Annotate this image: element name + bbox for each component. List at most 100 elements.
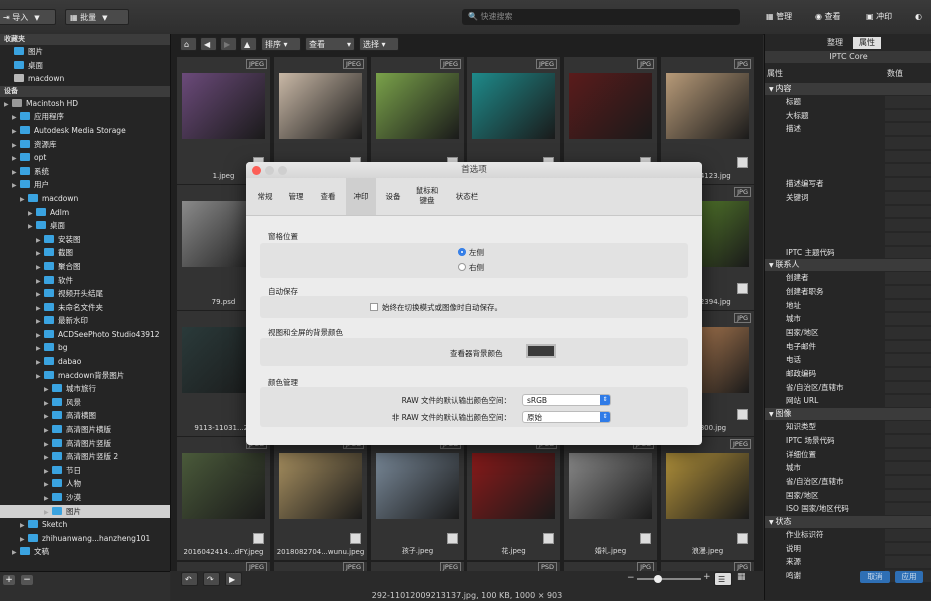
metadata-value-field[interactable] [885, 137, 931, 149]
manage-mode-button[interactable]: ▦ 管理 [766, 9, 792, 25]
disclosure-triangle-icon[interactable]: ▶ [36, 275, 44, 289]
disclosure-triangle-icon[interactable]: ▶ [36, 288, 44, 302]
zoom-out-icon[interactable]: − [627, 573, 635, 583]
folder-tree-item[interactable]: ▶ 文稿 [0, 545, 170, 559]
thumbnail-cell[interactable]: JPEG [177, 562, 270, 572]
disclosure-triangle-icon[interactable]: ▶ [36, 261, 44, 275]
thumbnail-cell[interactable]: JPEG [371, 562, 464, 572]
metadata-value-field[interactable] [885, 381, 931, 394]
select-checkbox[interactable] [543, 533, 554, 544]
favorite-item[interactable]: 桌面 [0, 59, 170, 73]
folder-tree-item[interactable]: ▶ 资源库 [0, 138, 170, 152]
metadata-value-field[interactable] [885, 285, 931, 298]
folder-tree-item[interactable]: ▶ 沙漠 [0, 491, 170, 505]
folder-tree-item[interactable]: ▶ 最新水印 [0, 314, 170, 328]
back-icon[interactable]: ◀ [200, 37, 217, 51]
folder-tree-item[interactable]: ▶ 图片 [0, 504, 170, 520]
metadata-value-field[interactable] [885, 246, 931, 259]
metadata-value-field[interactable] [885, 150, 931, 163]
folder-tree-item[interactable]: ▶ macdown背景图片 [0, 369, 170, 383]
metadata-section-header[interactable]: ▼ 状态 [765, 515, 931, 528]
disclosure-triangle-icon[interactable]: ▶ [44, 438, 52, 452]
folder-tree-item[interactable]: ▶ 风景 [0, 396, 170, 410]
thumbnail-cell[interactable]: JPEG孩子.jpeg [371, 437, 464, 560]
disclosure-triangle-icon[interactable]: ▶ [12, 546, 20, 560]
folder-tree-item[interactable]: ▶ 视频开头结尾 [0, 287, 170, 301]
thumbnail-cell[interactable]: JPEG婚礼.jpeg [564, 437, 657, 560]
cancel-button[interactable]: 取消 [860, 571, 890, 583]
metadata-value-field[interactable] [885, 489, 931, 502]
zoom-icon[interactable] [278, 166, 287, 175]
metadata-value-field[interactable] [885, 219, 931, 231]
disclosure-triangle-icon[interactable]: ▶ [36, 370, 44, 384]
select-button[interactable]: 选择 ▾ [359, 37, 399, 51]
disclosure-triangle-icon[interactable]: ▶ [20, 519, 28, 533]
viewer-bg-color-well[interactable] [526, 344, 556, 358]
tab-develop[interactable]: 冲印 [346, 178, 376, 215]
disclosure-triangle-icon[interactable]: ▶ [36, 302, 44, 316]
metadata-section-header[interactable]: ▼ 联系人 [765, 259, 931, 272]
disclosure-triangle-icon[interactable]: ▶ [36, 342, 44, 356]
metadata-value-field[interactable] [885, 96, 931, 108]
disclosure-triangle-icon[interactable]: ▶ [12, 152, 20, 166]
disclosure-triangle-icon[interactable]: ▶ [28, 207, 36, 221]
metadata-value-field[interactable] [885, 421, 931, 433]
slideshow-icon[interactable]: ▶ [225, 572, 242, 586]
disclosure-triangle-icon[interactable]: ▶ [44, 492, 52, 506]
select-checkbox[interactable] [737, 533, 748, 544]
metadata-value-field[interactable] [885, 272, 931, 284]
folder-tree-item[interactable]: ▶ 高清图片横版 [0, 423, 170, 437]
metadata-value-field[interactable] [885, 448, 931, 461]
tab-general[interactable]: 常规 [252, 178, 278, 215]
raw-colorspace-select[interactable]: sRGB ⇕ [522, 394, 611, 406]
disclosure-triangle-icon[interactable]: ▶ [20, 533, 28, 547]
disclosure-triangle-icon[interactable]: ▶ [28, 220, 36, 234]
home-icon[interactable]: ⌂ [180, 37, 197, 51]
metadata-value-field[interactable] [885, 462, 931, 474]
online-icon[interactable]: ◐ [915, 9, 922, 25]
tab-mouse-keyboard[interactable]: 鼠标和 键盘 [410, 178, 444, 215]
tab-manage[interactable]: 管理 [282, 178, 310, 215]
folder-tree-item[interactable]: ▶ 桌面 [0, 219, 170, 233]
metadata-value-field[interactable] [885, 354, 931, 367]
thumbnail-cell[interactable]: JPEG2016042414...dFY.jpeg [177, 437, 270, 560]
disclosure-triangle-icon[interactable]: ▶ [44, 410, 52, 424]
folder-tree-item[interactable]: ▶ 聚合图 [0, 260, 170, 274]
import-button[interactable]: ⇥ 导入 ▼ [0, 9, 56, 25]
folder-tree-item[interactable]: ▶ 人物 [0, 477, 170, 491]
disclosure-triangle-icon[interactable]: ▶ [44, 465, 52, 479]
folder-tree-item[interactable]: ▶ 未命名文件夹 [0, 301, 170, 315]
folder-tree-item[interactable]: ▶ 用户 [0, 178, 170, 192]
view-button[interactable]: 查看 ▾ [305, 37, 355, 51]
disclosure-triangle-icon[interactable]: ▶ [4, 98, 12, 112]
metadata-value-field[interactable] [885, 503, 931, 515]
disclosure-triangle-icon[interactable]: ▶ [44, 424, 52, 438]
disclosure-triangle-icon[interactable]: ▶ [44, 397, 52, 411]
disclosure-triangle-icon[interactable]: ▶ [44, 506, 52, 520]
nonraw-colorspace-select[interactable]: 原始 ⇕ [522, 411, 611, 423]
thumbnail-cell[interactable]: JPG [661, 562, 754, 572]
metadata-value-field[interactable] [885, 556, 931, 568]
metadata-value-field[interactable] [885, 340, 931, 353]
disclosure-triangle-icon[interactable]: ▶ [36, 247, 44, 261]
disclosure-triangle-icon[interactable]: ▶ [36, 315, 44, 329]
thumbnail-cell[interactable]: PSD [467, 562, 560, 572]
thumbnail-cell[interactable]: JPEG [274, 562, 367, 572]
metadata-section-header[interactable]: ▼ 内容 [765, 83, 931, 95]
folder-tree-item[interactable]: ▶ zhihuanwang...hanzheng101 [0, 532, 170, 546]
zoom-slider[interactable] [637, 575, 701, 583]
folder-tree-item[interactable]: ▶ 高清图片竖版 2 [0, 450, 170, 464]
disclosure-triangle-icon[interactable]: ▶ [12, 179, 20, 193]
close-icon[interactable] [252, 166, 261, 175]
tab-devices[interactable]: 设备 [380, 178, 406, 215]
left-radio[interactable]: 左侧 [458, 247, 484, 258]
metadata-value-field[interactable] [885, 232, 931, 245]
metadata-value-field[interactable] [885, 164, 931, 177]
develop-mode-button[interactable]: ▣ 冲印 [866, 9, 892, 25]
folder-tree-item[interactable]: ▶ 截图 [0, 246, 170, 260]
metadata-value-field[interactable] [885, 434, 931, 447]
add-button[interactable]: + [3, 575, 15, 585]
favorite-item[interactable]: 图片 [0, 45, 170, 59]
folder-tree-item[interactable]: ▶ 高清横图 [0, 409, 170, 423]
sort-button[interactable]: 排序 ▾ [261, 37, 301, 51]
